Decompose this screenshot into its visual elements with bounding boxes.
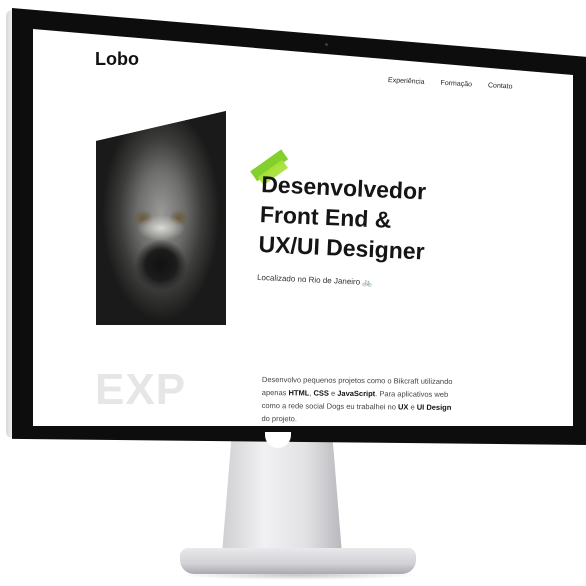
bio-ui-design: UI Design	[416, 402, 452, 412]
bio-ux: UX	[397, 401, 409, 412]
bio-css: CSS	[313, 388, 329, 398]
camera-icon	[325, 43, 328, 46]
nav-link-experiencia[interactable]: Experiência	[388, 77, 425, 86]
location-text: Localizado no Rio de Janeiro 🚲	[257, 273, 423, 290]
bio-js: JavaScript	[337, 388, 376, 398]
bio-paragraph: Desenvolvo pequenos projetos como o Bikc…	[261, 373, 462, 427]
bio-sep-3: e	[408, 402, 417, 412]
wolf-muzzle-highlight	[137, 215, 185, 241]
nav-link-contato[interactable]: Contato	[488, 82, 513, 90]
hero-title: Desenvolvedor Front End & UX/UI Designer	[258, 169, 428, 266]
hero-title-line-3: UX/UI Designer	[258, 230, 426, 265]
bio-text-3: do projeto.	[261, 413, 298, 423]
bicycle-icon: 🚲	[362, 277, 373, 288]
nav-link-formacao[interactable]: Formação	[440, 80, 472, 89]
bio-html: HTML	[288, 387, 310, 397]
website-screen: Lobo Experiência Formação Contato Desenv…	[33, 29, 573, 426]
main-nav: Experiência Formação Contato	[388, 77, 513, 91]
exp-watermark: EXP	[95, 365, 187, 414]
location-label: Localizado no Rio de Janeiro	[256, 272, 361, 287]
hero-section: Desenvolvedor Front End & UX/UI Designer…	[250, 149, 428, 290]
site-logo[interactable]: Lobo	[95, 49, 139, 70]
monitor-stand-base	[180, 548, 416, 574]
monitor-stand	[222, 436, 342, 554]
